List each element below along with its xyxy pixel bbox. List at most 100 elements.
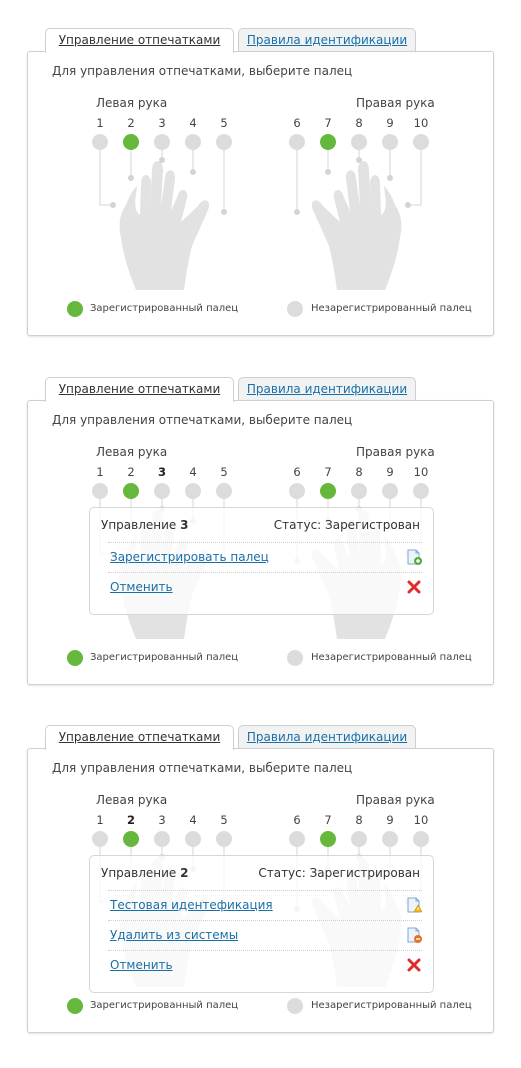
fingerprint-panel-1: Управление отпечатками Правила идентифика…: [0, 0, 521, 345]
finger-number: 1: [96, 813, 104, 827]
finger-9-button[interactable]: [382, 831, 398, 847]
right-hand-label: Правая рука: [356, 793, 435, 807]
popup-action-row: Тестовая идентефикация: [108, 890, 423, 920]
document-warning-icon[interactable]: [406, 897, 423, 913]
finger-number: 2: [126, 813, 135, 827]
finger-5-button[interactable]: [216, 483, 232, 499]
popup-action-row: Отменить: [108, 950, 422, 980]
left-hand-label: Левая рука: [96, 793, 168, 807]
finger-9-button[interactable]: [382, 134, 398, 150]
legend-registered-text: Зарегистрированный палец: [90, 1000, 239, 1011]
finger-number: 10: [413, 813, 429, 827]
popup-action-link[interactable]: Отменить: [110, 580, 173, 594]
finger-8-button[interactable]: [351, 831, 367, 847]
fingerprint-panel-2: Управление отпечатками Правила идентифика…: [0, 349, 521, 694]
legend-unregistered-dot: [287, 998, 303, 1014]
document-add-icon[interactable]: [406, 549, 422, 565]
tab-fingerprint-management[interactable]: Управление отпечатками: [45, 377, 234, 402]
finger-number: 4: [189, 813, 197, 827]
finger-number: 9: [386, 813, 394, 827]
finger-number: 9: [386, 465, 394, 479]
popup-action-link[interactable]: Зарегистрировать палец: [110, 550, 269, 564]
finger-number: 10: [413, 116, 429, 130]
popup-header: Управление 3 Статус: Зарегистрован: [90, 508, 433, 542]
finger-8-button[interactable]: [351, 483, 367, 499]
finger-number: 2: [127, 116, 135, 130]
right-hand-label: Правая рука: [356, 96, 435, 110]
red-cross-icon[interactable]: [406, 957, 422, 973]
finger-7-button[interactable]: [320, 134, 336, 150]
legend-unregistered-dot: [287, 650, 303, 666]
finger-3-button[interactable]: [154, 483, 170, 499]
legend-unregistered-dot: [287, 301, 303, 317]
popup-status: Статус: Зарегистрован: [273, 518, 420, 532]
finger-7-button[interactable]: [320, 831, 336, 847]
finger-action-popup: Управление 3 Статус: Зарегистрован Зарег…: [89, 507, 434, 615]
document-remove-icon[interactable]: [406, 927, 422, 943]
popup-header: Управление 2 Статус: Зарегистрирован: [90, 856, 433, 890]
legend-registered-dot: [67, 650, 83, 666]
finger-2-button[interactable]: [123, 134, 139, 150]
tab-identification-rules[interactable]: Правила идентификации: [238, 725, 416, 748]
tab-fingerprint-management[interactable]: Управление отпечатками: [45, 725, 234, 750]
finger-8-button[interactable]: [351, 134, 367, 150]
tab-identification-rules[interactable]: Правила идентификации: [238, 28, 416, 51]
finger-6-button[interactable]: [289, 831, 305, 847]
finger-10-button[interactable]: [413, 134, 429, 150]
finger-2-button[interactable]: [123, 831, 139, 847]
finger-number: 5: [220, 116, 228, 130]
legend-registered-text: Зарегистрированный палец: [90, 303, 239, 314]
finger-5-button[interactable]: [216, 134, 232, 150]
panel-box: [27, 51, 494, 336]
finger-1-button[interactable]: [92, 483, 108, 499]
legend-unregistered-text: Незарегистрированный палец: [311, 652, 472, 663]
legend-unregistered-text: Незарегистрированный палец: [311, 303, 472, 314]
popup-action-row: Отменить: [108, 572, 422, 602]
finger-10-button[interactable]: [413, 831, 429, 847]
finger-number: 2: [127, 465, 135, 479]
finger-9-button[interactable]: [382, 483, 398, 499]
red-cross-icon[interactable]: [406, 579, 422, 595]
finger-number: 6: [293, 116, 301, 130]
finger-number: 7: [324, 116, 332, 130]
finger-7-button[interactable]: [320, 483, 336, 499]
legend-registered-dot: [67, 998, 83, 1014]
legend-unregistered-text: Незарегистрированный палец: [311, 1000, 472, 1011]
finger-number: 1: [96, 465, 104, 479]
finger-1-button[interactable]: [92, 134, 108, 150]
finger-number: 6: [293, 465, 301, 479]
finger-3-button[interactable]: [154, 831, 170, 847]
tab-identification-rules[interactable]: Правила идентификации: [238, 377, 416, 400]
finger-number: 9: [386, 116, 394, 130]
popup-finger-number: 3: [180, 518, 189, 532]
popup-action-link[interactable]: Удалить из системы: [110, 928, 238, 942]
finger-number: 7: [324, 465, 332, 479]
finger-4-button[interactable]: [185, 483, 201, 499]
popup-action-link[interactable]: Тестовая идентефикация: [110, 898, 273, 912]
right-hand-label: Правая рука: [356, 445, 435, 459]
finger-5-button[interactable]: [216, 831, 232, 847]
finger-action-popup: Управление 2 Статус: Зарегистрирован Тес…: [89, 855, 434, 993]
legend-registered-text: Зарегистрированный палец: [90, 652, 239, 663]
legend-registered-dot: [67, 301, 83, 317]
left-hand-label: Левая рука: [96, 445, 168, 459]
finger-3-button[interactable]: [154, 134, 170, 150]
finger-number: 5: [220, 813, 228, 827]
popup-action-link[interactable]: Отменить: [110, 958, 173, 972]
finger-6-button[interactable]: [289, 134, 305, 150]
finger-4-button[interactable]: [185, 134, 201, 150]
finger-number: 3: [158, 116, 166, 130]
instruction-text: Для управления отпечатками, выберите пал…: [52, 64, 353, 78]
finger-number: 3: [157, 465, 166, 479]
tab-fingerprint-management[interactable]: Управление отпечатками: [45, 28, 234, 53]
finger-2-button[interactable]: [123, 483, 139, 499]
finger-number: 6: [293, 813, 301, 827]
finger-10-button[interactable]: [413, 483, 429, 499]
finger-number: 10: [413, 465, 429, 479]
finger-1-button[interactable]: [92, 831, 108, 847]
finger-4-button[interactable]: [185, 831, 201, 847]
popup-action-row: Зарегистрировать палец: [108, 542, 422, 572]
finger-number: 4: [189, 116, 197, 130]
finger-6-button[interactable]: [289, 483, 305, 499]
finger-number: 4: [189, 465, 197, 479]
